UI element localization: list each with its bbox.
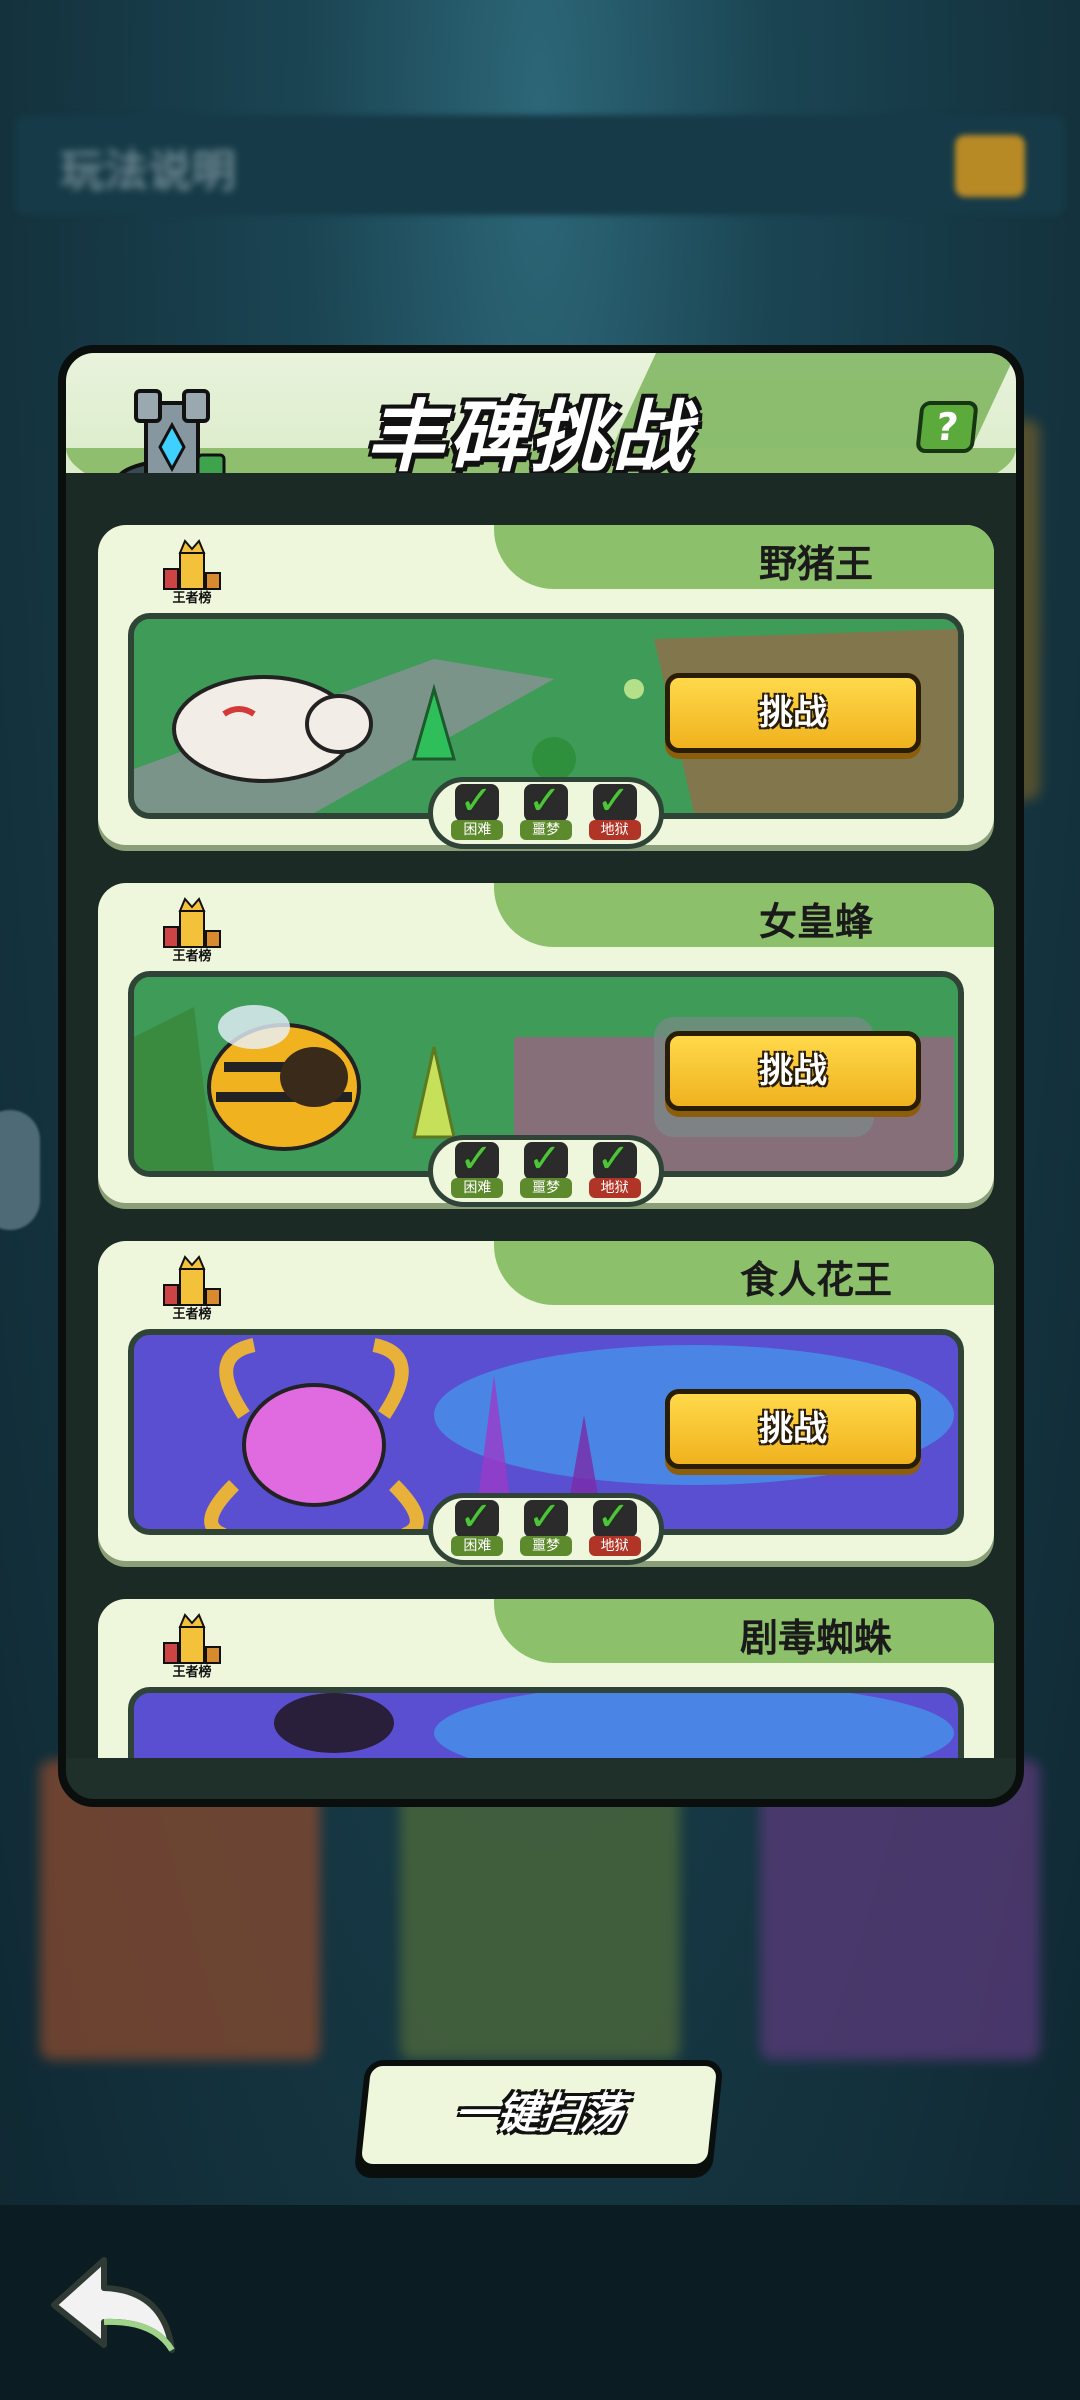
- checkmark-icon: ✓: [596, 1136, 631, 1182]
- boss-card: 女皇蜂 王者榜 挑战 ✓ 困难 ✓ 噩梦 ✓ 地狱: [98, 883, 994, 1207]
- back-arrow-icon[interactable]: [44, 2250, 184, 2360]
- difficulty-label: 噩梦: [519, 820, 572, 840]
- difficulty-label: 困难: [451, 1178, 504, 1198]
- boss-name: 女皇蜂: [758, 900, 874, 944]
- difficulty-badge: ✓ 噩梦: [518, 778, 574, 842]
- help-button[interactable]: ?: [915, 401, 979, 453]
- difficulty-label: 困难: [451, 1536, 504, 1556]
- difficulty-label: 困难: [451, 820, 504, 840]
- difficulty-badge: ✓ 噩梦: [518, 1494, 574, 1558]
- one-click-sweep-button[interactable]: 一键扫荡: [354, 2060, 724, 2170]
- crown-rank-badge-icon: 王者榜: [163, 1255, 221, 1321]
- difficulty-badge: ✓ 噩梦: [518, 1136, 574, 1200]
- badge-label: 王者榜: [172, 590, 211, 605]
- difficulty-badge: ✓ 困难: [449, 1494, 505, 1558]
- checkmark-icon: ✓: [459, 778, 493, 824]
- challenge-button[interactable]: 挑战: [665, 673, 921, 753]
- checkmark-icon: ✓: [596, 778, 631, 824]
- difficulty-badge: ✓ 困难: [449, 778, 505, 842]
- background-top-button: [955, 135, 1025, 197]
- boss-card: 野猪王 王者榜 挑战 ✓ 困难 ✓ 噩梦 ✓ 地狱: [98, 525, 994, 849]
- checkmark-icon: ✓: [596, 1494, 631, 1540]
- difficulty-label: 地狱: [588, 1178, 641, 1198]
- difficulty-label: 地狱: [588, 1536, 641, 1556]
- boss-scene: [128, 1687, 964, 1758]
- boss-name: 剧毒蜘蛛: [739, 1616, 893, 1660]
- monument-challenge-panel: 丰碑挑战 ? 野猪王 王者榜 挑战 ✓ 困难 ✓ 噩梦 ✓ 地狱 女皇蜂 王者榜…: [58, 345, 1024, 1807]
- badge-label: 王者榜: [172, 1664, 211, 1679]
- difficulty-label: 地狱: [588, 820, 641, 840]
- checkmark-icon: ✓: [527, 778, 562, 824]
- boss-card: 食人花王 王者榜 挑战 ✓ 困难 ✓ 噩梦 ✓ 地狱: [98, 1241, 994, 1565]
- difficulty-label: 噩梦: [519, 1536, 572, 1556]
- difficulty-row: ✓ 困难 ✓ 噩梦 ✓ 地狱: [428, 1493, 664, 1565]
- checkmark-icon: ✓: [459, 1136, 493, 1182]
- boss-card: 剧毒蜘蛛 王者榜: [98, 1599, 994, 1758]
- difficulty-badge: ✓ 地狱: [587, 1136, 643, 1200]
- difficulty-label: 噩梦: [519, 1178, 572, 1198]
- boss-name-tab: [494, 883, 994, 947]
- crown-rank-badge-icon: 王者榜: [163, 539, 221, 605]
- background-top-title: 玩法说明: [60, 146, 236, 197]
- difficulty-row: ✓ 困难 ✓ 噩梦 ✓ 地狱: [428, 777, 664, 849]
- poison-spider-scene-image: [134, 1693, 958, 1758]
- checkmark-icon: ✓: [527, 1494, 562, 1540]
- crown-rank-badge-icon: 王者榜: [163, 897, 221, 963]
- difficulty-badge: ✓ 地狱: [587, 1494, 643, 1558]
- boss-name: 食人花王: [739, 1258, 893, 1302]
- challenge-button[interactable]: 挑战: [665, 1389, 921, 1469]
- badge-label: 王者榜: [172, 1306, 211, 1321]
- difficulty-badge: ✓ 困难: [449, 1136, 505, 1200]
- difficulty-row: ✓ 困难 ✓ 噩梦 ✓ 地狱: [428, 1135, 664, 1207]
- challenge-button[interactable]: 挑战: [665, 1031, 921, 1111]
- checkmark-icon: ✓: [527, 1136, 562, 1182]
- boss-name: 野猪王: [758, 542, 874, 586]
- background-robot: [0, 1110, 40, 1230]
- checkmark-icon: ✓: [459, 1494, 493, 1540]
- boss-name-tab: [494, 525, 994, 589]
- difficulty-badge: ✓ 地狱: [587, 778, 643, 842]
- badge-label: 王者榜: [172, 948, 211, 963]
- panel-title: 丰碑挑战: [366, 393, 695, 483]
- boss-list[interactable]: 野猪王 王者榜 挑战 ✓ 困难 ✓ 噩梦 ✓ 地狱 女皇蜂 王者榜 挑战 ✓ 困…: [66, 473, 1016, 1758]
- crown-rank-badge-icon: 王者榜: [163, 1613, 221, 1679]
